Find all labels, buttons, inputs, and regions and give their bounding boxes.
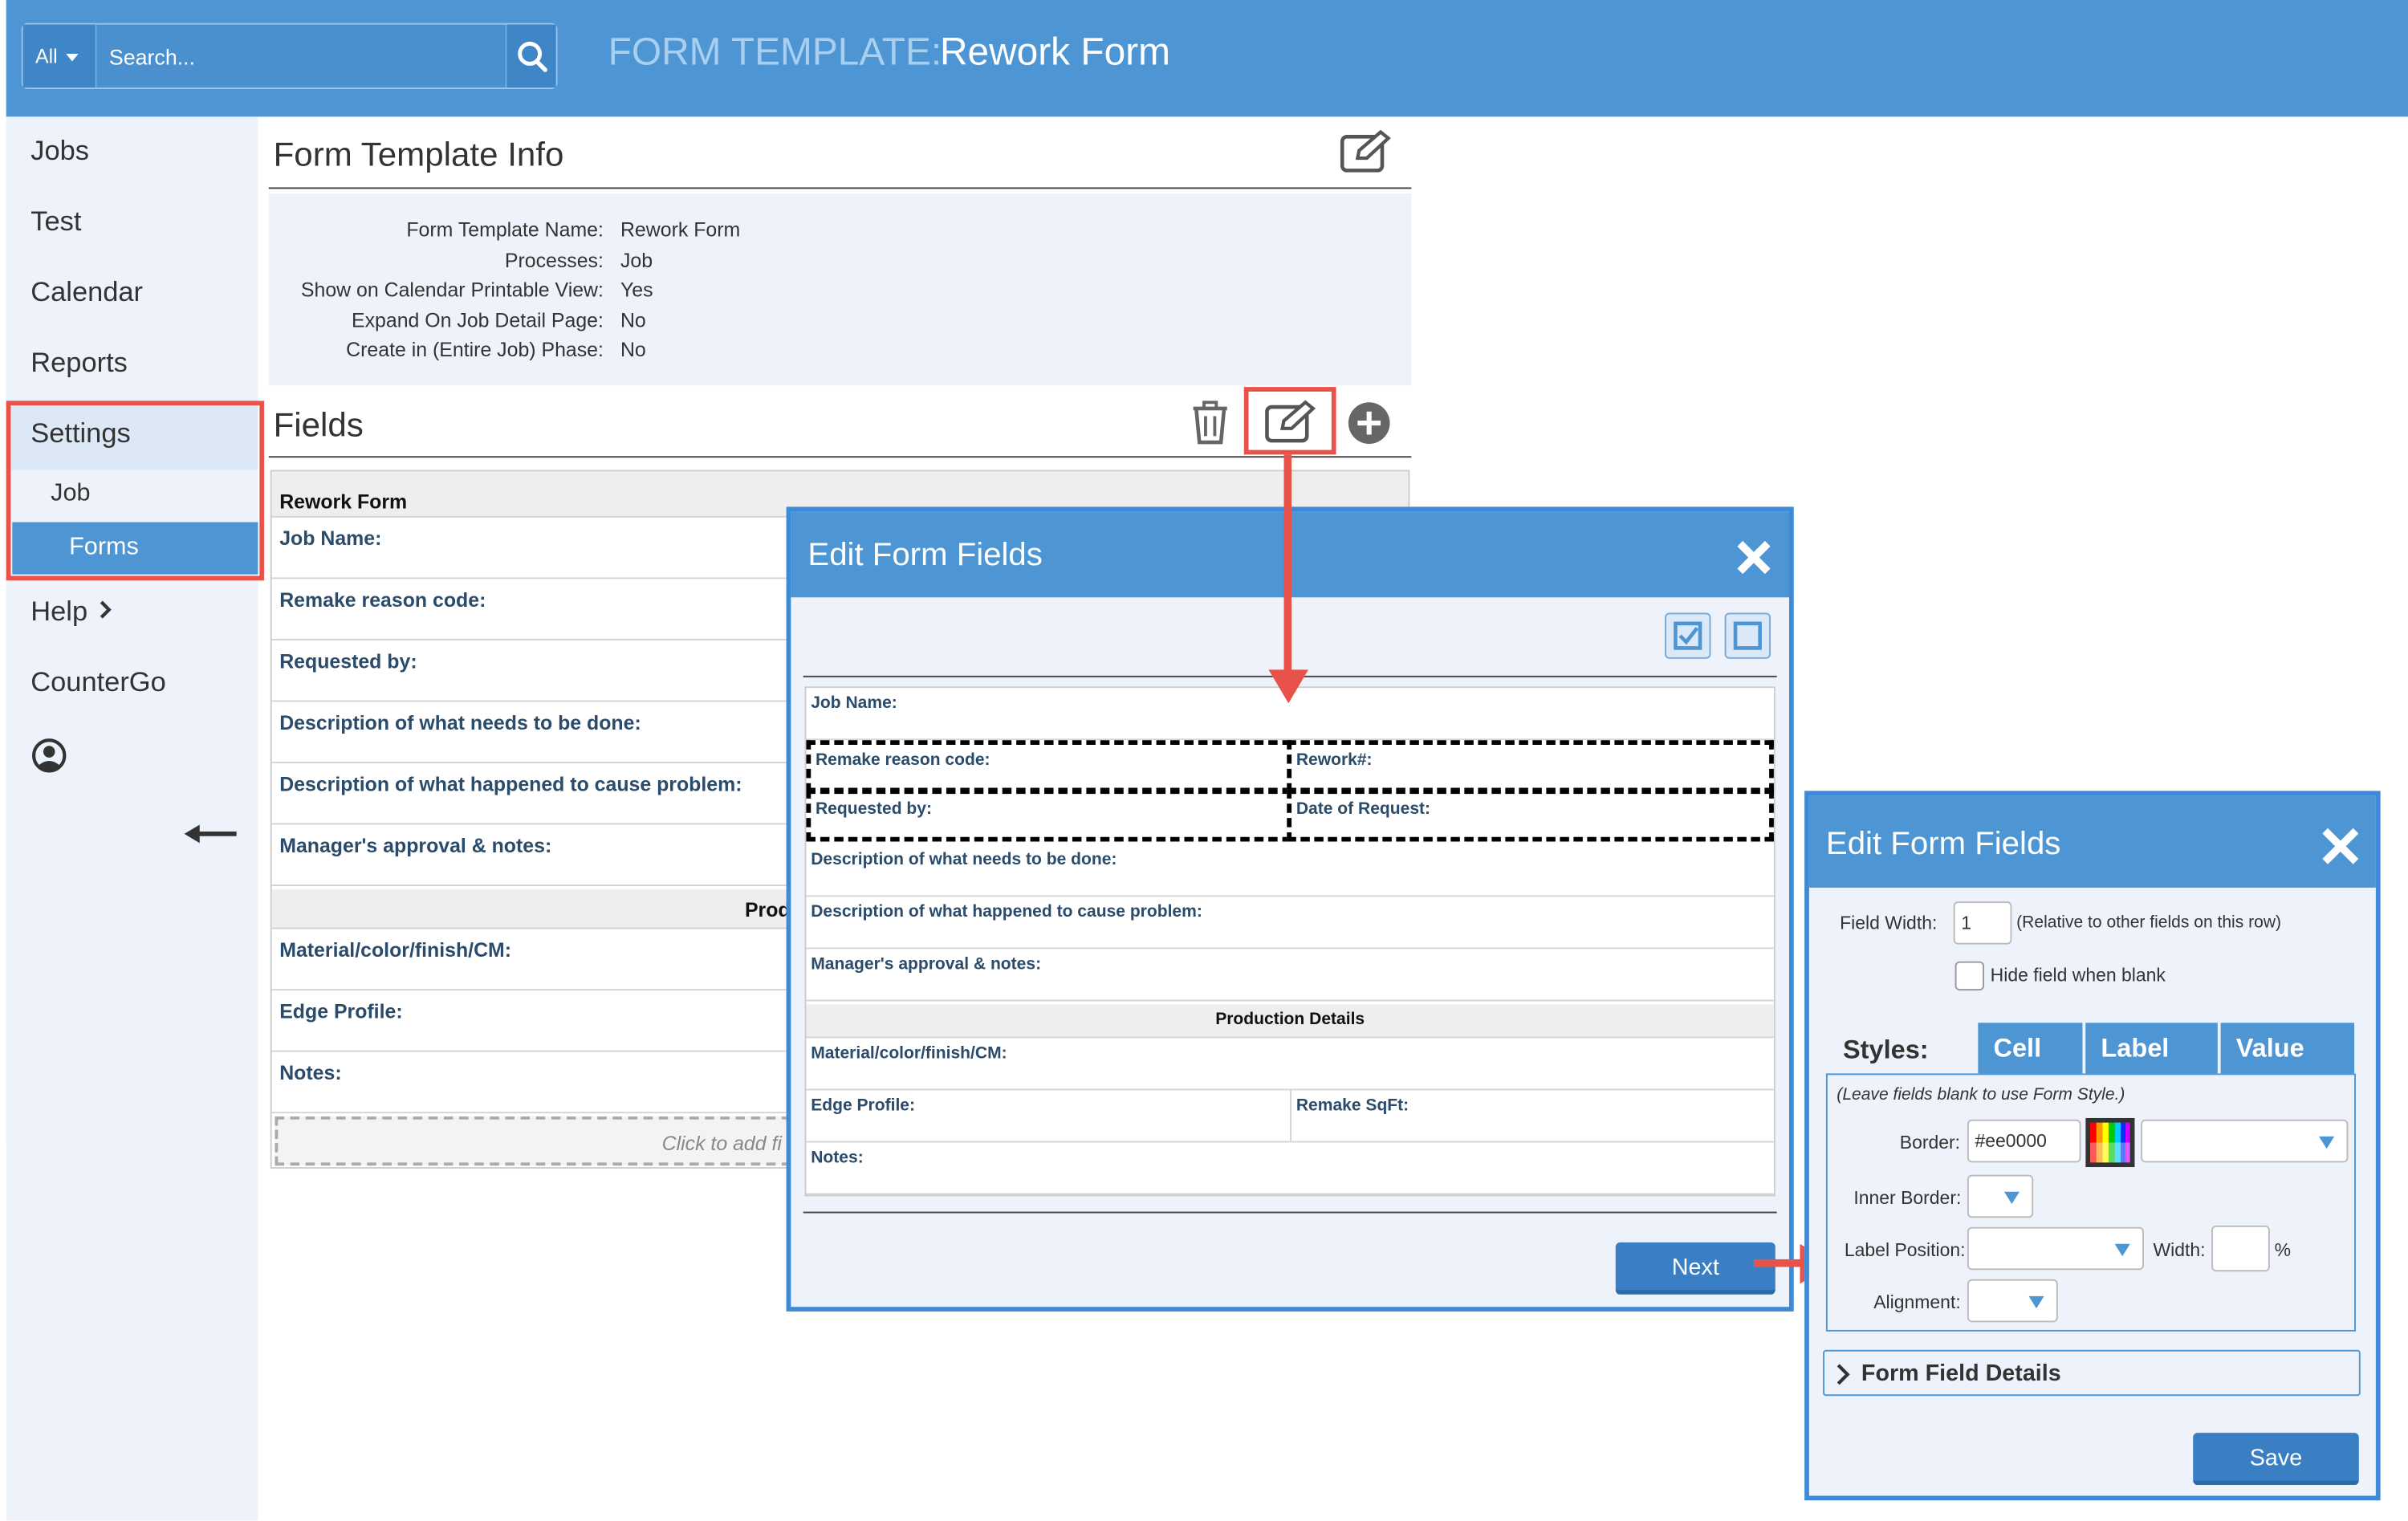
page-title: Rework Form	[939, 31, 1170, 74]
edit-info-icon[interactable]	[1339, 129, 1394, 175]
arrow-down-icon	[1268, 669, 1309, 704]
chevron-right-icon	[1837, 1364, 1850, 1385]
annotation-arrow	[1283, 454, 1292, 673]
percent-label: %	[2274, 1239, 2292, 1261]
sidebar-item-help[interactable]: Help	[31, 596, 115, 628]
info-value: No	[620, 308, 646, 332]
border-style-dropdown[interactable]	[2141, 1119, 2349, 1163]
sidebar-item-countergo[interactable]: CounterGo	[31, 666, 165, 698]
styles-label: Styles:	[1842, 1035, 1929, 1064]
edit-fields-button[interactable]	[1243, 387, 1336, 455]
fields-section-title: Fields	[273, 405, 364, 444]
info-value: No	[620, 337, 646, 361]
info-value: Rework Form	[620, 218, 741, 242]
preview-cell[interactable]: Edge Profile:	[806, 1090, 1292, 1143]
close-icon[interactable]	[2321, 826, 2361, 866]
preview-cell[interactable]: Remake SqFt:	[1291, 1090, 1774, 1143]
preview-section: Production Details	[806, 1004, 1774, 1039]
width-label: Width:	[2153, 1239, 2206, 1261]
label-position-dropdown[interactable]	[1967, 1226, 2144, 1271]
checkbox-empty-icon	[1733, 621, 1762, 650]
search-icon	[518, 42, 547, 72]
modal-title: Edit Form Fields	[1825, 826, 2061, 862]
inner-border-label: Inner Border:	[1853, 1186, 1962, 1209]
form-field-details-toggle[interactable]: Form Field Details	[1823, 1349, 2361, 1397]
info-value: Yes	[620, 278, 653, 302]
label-width-input[interactable]	[2211, 1225, 2270, 1272]
info-label: Expand On Job Detail Page:	[352, 308, 604, 332]
close-icon[interactable]	[1735, 539, 1772, 576]
sidebar	[6, 116, 258, 1521]
search-scope-dropdown[interactable]: All	[22, 24, 97, 88]
info-label: Form Template Name:	[406, 218, 604, 242]
border-color-input[interactable]: #ee0000	[1967, 1119, 2081, 1163]
tab-label[interactable]: Label	[2085, 1023, 2218, 1076]
info-label: Create in (Entire Job) Phase:	[346, 337, 604, 361]
color-picker-icon[interactable]	[2085, 1117, 2135, 1168]
sidebar-item-jobs[interactable]: Jobs	[31, 135, 89, 167]
settings-highlight-box	[6, 401, 265, 581]
caret-down-icon	[67, 54, 79, 62]
border-label: Border:	[1899, 1132, 1961, 1153]
preview-row[interactable]: Manager's approval & notes:	[806, 949, 1774, 1002]
select-all-button[interactable]	[1665, 612, 1711, 659]
preview-cell-selected[interactable]: Remake reason code:	[806, 740, 1292, 793]
chevron-right-icon	[100, 600, 112, 619]
dropdown-arrow-icon	[2003, 1191, 2020, 1205]
sidebar-gap	[0, 1145, 6, 1521]
field-width-hint: (Relative to other fields on this row)	[2016, 913, 2282, 933]
hide-blank-label: Hide field when blank	[1990, 964, 2166, 986]
search-box: All	[21, 22, 558, 89]
style-hint: (Leave fields blank to use Form Style.)	[1837, 1085, 2125, 1104]
trash-icon[interactable]	[1189, 399, 1232, 445]
sidebar-item-calendar[interactable]: Calendar	[31, 276, 143, 308]
search-input[interactable]	[96, 24, 506, 88]
search-button[interactable]	[505, 24, 556, 88]
alignment-label: Alignment:	[1873, 1291, 1961, 1313]
sidebar-item-test[interactable]: Test	[31, 205, 81, 238]
next-button[interactable]: Next	[1615, 1242, 1775, 1295]
select-none-button[interactable]	[1724, 612, 1771, 659]
info-label: Processes:	[504, 248, 604, 272]
checkbox-checked-icon	[1674, 621, 1702, 650]
search-scope-label: All	[35, 44, 58, 68]
edit-fields-icon	[1265, 400, 1316, 443]
dropdown-arrow-icon	[2028, 1295, 2044, 1309]
preview-row[interactable]: Notes:	[806, 1142, 1774, 1195]
info-section-title: Form Template Info	[273, 135, 564, 174]
preview-row[interactable]: Description of what happened to cause pr…	[806, 897, 1774, 950]
modal-footer-divider	[803, 1211, 1777, 1214]
form-field-details-label: Form Field Details	[1861, 1360, 2061, 1387]
info-value: Job	[620, 248, 653, 272]
add-field-icon[interactable]	[1347, 401, 1391, 445]
field-width-input[interactable]: 1	[1953, 901, 2012, 945]
preview-row[interactable]: Material/color/finish/CM:	[806, 1038, 1774, 1091]
label-position-label: Label Position:	[1844, 1239, 1966, 1261]
fields-divider	[268, 456, 1412, 458]
info-divider	[268, 187, 1412, 189]
help-label: Help	[31, 596, 88, 627]
alignment-dropdown[interactable]	[1967, 1279, 2058, 1323]
tab-cell[interactable]: Cell	[1978, 1023, 2083, 1076]
dropdown-arrow-icon	[2114, 1243, 2130, 1257]
modal-form-preview: Job Name: Remake reason code: Rework#: R…	[804, 686, 1775, 1197]
sidebar-item-reports[interactable]: Reports	[31, 347, 128, 379]
preview-cell-selected[interactable]: Requested by:	[806, 789, 1292, 842]
modal-title: Edit Form Fields	[807, 537, 1043, 573]
dropdown-arrow-icon	[2319, 1136, 2335, 1149]
preview-cell-selected[interactable]: Date of Request:	[1287, 789, 1774, 842]
modal-header: Edit Form Fields	[1808, 795, 2376, 888]
save-button[interactable]: Save	[2193, 1433, 2359, 1486]
field-width-label: Field Width:	[1840, 912, 1938, 934]
arrow-left-icon[interactable]	[184, 822, 240, 847]
hide-blank-checkbox[interactable]	[1954, 961, 1984, 991]
inner-border-dropdown[interactable]	[1967, 1174, 2034, 1218]
user-account-icon[interactable]	[31, 737, 67, 774]
preview-cell-selected[interactable]: Rework#:	[1287, 740, 1774, 793]
tab-value[interactable]: Value	[2220, 1023, 2355, 1076]
info-label: Show on Calendar Printable View:	[300, 278, 604, 302]
page-title-prefix: FORM TEMPLATE:	[608, 31, 942, 74]
preview-row[interactable]: Description of what needs to be done:	[806, 844, 1774, 897]
